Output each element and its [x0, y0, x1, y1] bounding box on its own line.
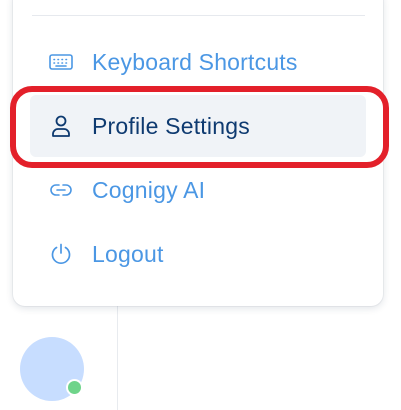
keyboard-icon	[48, 49, 74, 75]
menu-item-keyboard-shortcuts[interactable]: Keyboard Shortcuts	[30, 31, 366, 93]
menu-item-label: Profile Settings	[92, 112, 250, 139]
menu-item-cognigy-ai[interactable]: Cognigy AI	[30, 159, 366, 221]
menu-item-profile-settings[interactable]: Profile Settings	[30, 95, 366, 157]
menu-item-label: Keyboard Shortcuts	[92, 48, 298, 75]
menu-item-label: Cognigy AI	[92, 176, 206, 203]
menu-divider	[32, 15, 365, 16]
sidebar-divider	[117, 300, 118, 410]
app-screen: Keyboard Shortcuts Profile Settings Cogn…	[0, 0, 401, 410]
user-menu-popover: Keyboard Shortcuts Profile Settings Cogn…	[13, 0, 383, 306]
menu-item-logout[interactable]: Logout	[30, 223, 366, 285]
menu-item-label: Logout	[92, 240, 164, 267]
link-icon	[48, 177, 74, 203]
user-icon	[48, 113, 74, 139]
online-status-indicator	[66, 379, 83, 396]
power-icon	[48, 241, 74, 267]
